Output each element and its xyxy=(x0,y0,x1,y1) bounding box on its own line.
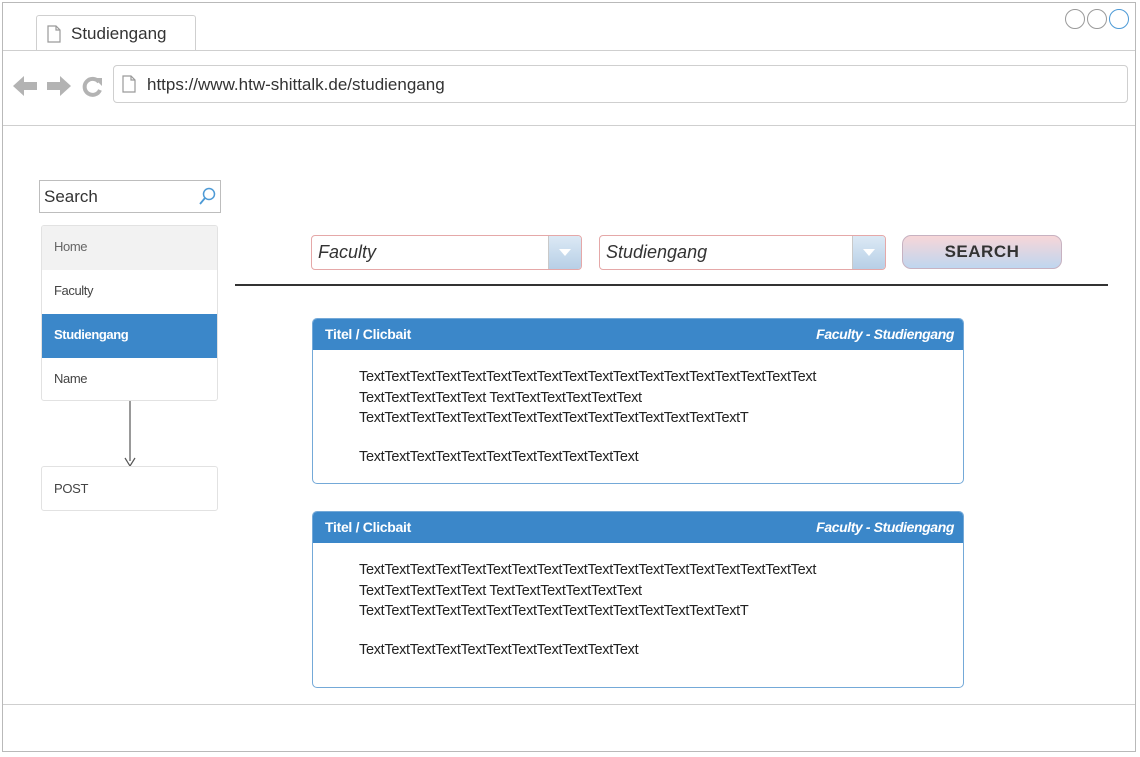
status-bar xyxy=(3,704,1135,752)
post-text-line: TextTextTextTextTextTextTextTextTextText… xyxy=(359,562,817,578)
address-bar[interactable]: https://www.htw-shittalk.de/studiengang xyxy=(113,65,1128,103)
post-text-line: TextTextTextTextTextTextTextTextTextText… xyxy=(359,603,749,619)
tab-title: Studiengang xyxy=(71,24,167,43)
post-text-line: TextTextTextTextTextTextTextTextTextText… xyxy=(359,641,639,658)
post-text-line: TextTextTextTextText TextTextTextTextTex… xyxy=(359,582,642,599)
post-card-header: Titel / Clicbait Faculty - Studiengang xyxy=(313,319,963,350)
post-card[interactable]: Titel / Clicbait Faculty - Studiengang T… xyxy=(312,511,964,688)
close-button[interactable] xyxy=(1109,9,1129,29)
post-body: TextTextTextTextTextTextTextTextTextText… xyxy=(359,562,959,662)
search-placeholder: Search xyxy=(44,187,98,206)
sidebar-item-faculty[interactable]: Faculty xyxy=(42,270,217,314)
post-meta: Faculty - Studiengang xyxy=(816,326,954,342)
post-card[interactable]: Titel / Clicbait Faculty - Studiengang T… xyxy=(312,318,964,484)
sidebar-item-name[interactable]: Name xyxy=(42,358,217,400)
browser-tab[interactable]: Studiengang xyxy=(36,15,196,50)
browser-window: Studiengang https://www.htw-shittalk.de/… xyxy=(2,2,1136,752)
search-icon[interactable] xyxy=(197,186,217,206)
chevron-down-icon[interactable] xyxy=(548,236,581,269)
post-body: TextTextTextTextTextTextTextTextTextText… xyxy=(359,369,959,469)
post-card-header: Titel / Clicbait Faculty - Studiengang xyxy=(313,512,963,543)
post-text-line: TextTextTextTextTextTextTextTextTextText… xyxy=(359,448,639,465)
post-text-line: TextTextTextTextTextTextTextTextTextText… xyxy=(359,410,749,426)
post-text-line: TextTextTextTextTextTextTextTextTextText… xyxy=(359,369,817,385)
back-arrow-icon[interactable] xyxy=(13,75,37,97)
minimize-button[interactable] xyxy=(1065,9,1085,29)
reload-icon[interactable] xyxy=(81,76,103,98)
url-text: https://www.htw-shittalk.de/studiengang xyxy=(147,75,445,94)
post-button[interactable]: POST xyxy=(41,466,218,511)
post-meta: Faculty - Studiengang xyxy=(816,519,954,535)
faculty-select[interactable]: Faculty xyxy=(311,235,582,270)
window-controls xyxy=(1065,9,1129,29)
divider xyxy=(235,284,1108,286)
sidebar-item-studiengang[interactable]: Studiengang xyxy=(42,314,217,358)
sidebar-search-input[interactable]: Search xyxy=(39,180,221,213)
tab-strip: Studiengang xyxy=(3,3,1135,51)
sidebar-menu: Home Faculty Studiengang Name xyxy=(41,225,218,401)
navigation-bar: https://www.htw-shittalk.de/studiengang xyxy=(3,51,1135,126)
forward-arrow-icon[interactable] xyxy=(47,75,71,97)
sidebar-item-home[interactable]: Home xyxy=(42,226,217,270)
page-icon xyxy=(47,25,61,43)
post-title[interactable]: Titel / Clicbait xyxy=(325,326,411,342)
down-arrow-icon xyxy=(124,401,136,467)
studiengang-select-value: Studiengang xyxy=(606,242,708,262)
studiengang-select[interactable]: Studiengang xyxy=(599,235,886,270)
search-button[interactable]: SEARCH xyxy=(902,235,1062,269)
faculty-select-value: Faculty xyxy=(318,242,377,262)
page-icon xyxy=(122,75,136,93)
post-title[interactable]: Titel / Clicbait xyxy=(325,519,411,535)
chevron-down-icon[interactable] xyxy=(852,236,885,269)
maximize-button[interactable] xyxy=(1087,9,1107,29)
post-text-line: TextTextTextTextText TextTextTextTextTex… xyxy=(359,389,642,406)
